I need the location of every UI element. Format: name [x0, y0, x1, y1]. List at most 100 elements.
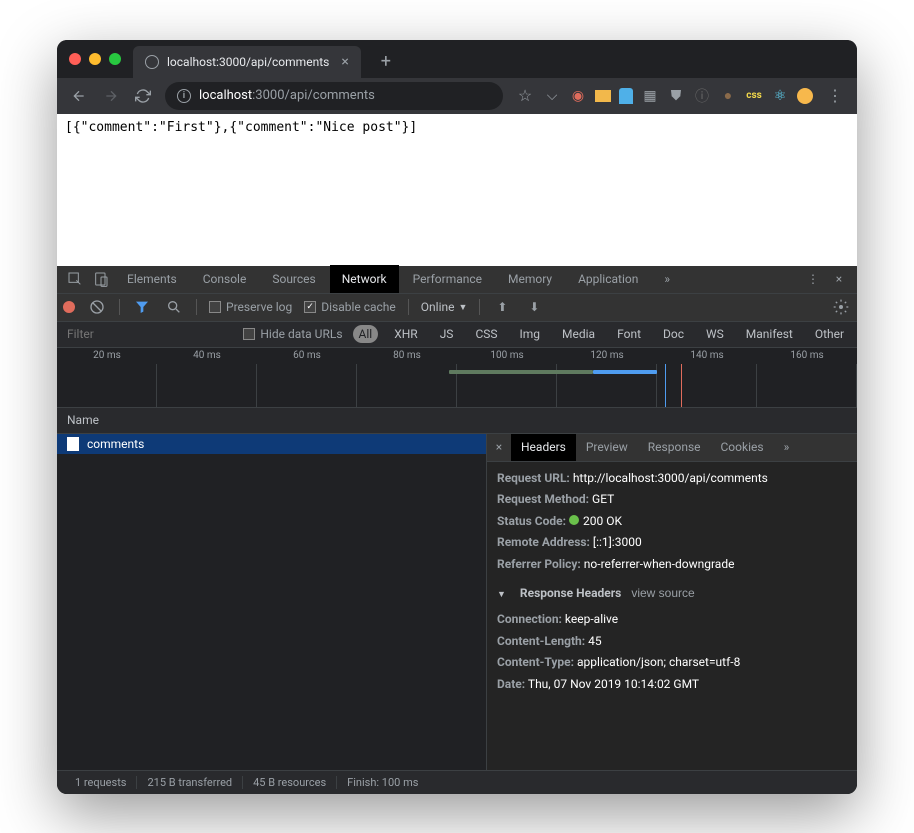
name-column-header[interactable]: Name [57, 408, 857, 434]
filter-ws[interactable]: WS [700, 325, 730, 343]
remote-address-value: [::1]:3000 [593, 535, 642, 549]
tab-elements[interactable]: Elements [115, 265, 189, 293]
filter-other[interactable]: Other [809, 325, 850, 343]
filter-media[interactable]: Media [556, 325, 601, 343]
devtools-menu-button[interactable]: ⋮ [801, 267, 825, 291]
record-button[interactable] [63, 301, 75, 313]
device-toolbar-icon[interactable] [89, 267, 113, 291]
filter-input[interactable] [63, 325, 223, 343]
browser-window: localhost:3000/api/comments × + i localh… [57, 40, 857, 794]
close-detail-button[interactable]: × [487, 440, 511, 454]
headers-body: Request URL: http://localhost:3000/api/c… [487, 462, 857, 770]
content-length-value: 45 [588, 634, 602, 648]
info-extension-icon[interactable]: ⓘ [693, 87, 711, 105]
status-resources: 45 B resources [243, 776, 337, 789]
request-row[interactable]: comments [57, 434, 486, 454]
window-controls [69, 53, 121, 65]
filter-xhr[interactable]: XHR [388, 325, 423, 343]
date-label: Date: [497, 677, 525, 691]
status-transferred: 215 B transferred [137, 776, 243, 789]
css-extension-icon[interactable]: css [745, 87, 763, 105]
tab-network[interactable]: Network [330, 265, 399, 293]
devtools-close-button[interactable]: × [827, 267, 851, 291]
connection-value: keep-alive [565, 612, 618, 626]
reload-button[interactable] [129, 82, 157, 110]
minimize-window-button[interactable] [89, 53, 101, 65]
filter-row: Hide data URLs All XHR JS CSS Img Media … [57, 322, 857, 348]
menu-button[interactable]: ⋮ [821, 82, 849, 110]
timeline-label: 160 ms [757, 350, 857, 361]
detail-tab-response[interactable]: Response [638, 434, 711, 462]
remote-address-label: Remote Address: [497, 535, 590, 549]
filter-doc[interactable]: Doc [657, 325, 690, 343]
status-finish: Finish: 100 ms [337, 776, 428, 789]
request-url-value: http://localhost:3000/api/comments [573, 471, 768, 485]
extension-icon-2[interactable] [619, 88, 633, 104]
tab-sources[interactable]: Sources [260, 265, 327, 293]
clear-button[interactable] [87, 297, 107, 317]
upload-har-icon[interactable]: ⬆ [492, 297, 512, 317]
bookmark-button[interactable]: ☆ [511, 82, 539, 110]
document-icon [67, 437, 79, 451]
more-tabs-button[interactable]: » [652, 265, 682, 293]
timeline-label: 100 ms [457, 350, 557, 361]
tab-console[interactable]: Console [191, 265, 259, 293]
url-host: localhost [199, 88, 252, 103]
settings-icon[interactable] [831, 297, 851, 317]
browser-tab[interactable]: localhost:3000/api/comments × [133, 46, 361, 78]
more-detail-tabs[interactable]: » [774, 434, 800, 462]
timeline-label: 20 ms [57, 350, 157, 361]
filter-js[interactable]: JS [434, 325, 460, 343]
request-method-value: GET [592, 492, 614, 506]
react-devtools-icon[interactable]: ⚛ [771, 87, 789, 105]
request-method-label: Request Method: [497, 492, 589, 506]
tab-application[interactable]: Application [566, 265, 650, 293]
preserve-log-checkbox[interactable]: Preserve log [209, 300, 292, 314]
throttling-select[interactable]: Online▼ [421, 300, 468, 314]
filter-all[interactable]: All [353, 325, 379, 343]
status-code-label: Status Code: [497, 514, 566, 528]
page-content[interactable]: [{"comment":"First"},{"comment":"Nice po… [57, 114, 857, 266]
ublock-icon[interactable]: ⛊ [667, 87, 685, 105]
response-headers-section[interactable]: Response Headersview source [497, 583, 847, 605]
shield-icon[interactable]: ◉ [569, 87, 587, 105]
filter-font[interactable]: Font [611, 325, 647, 343]
view-source-link[interactable]: view source [631, 583, 694, 605]
timeline-label: 120 ms [557, 350, 657, 361]
search-icon[interactable] [164, 297, 184, 317]
forward-button[interactable] [97, 82, 125, 110]
filter-img[interactable]: Img [514, 325, 547, 343]
extension-icon-1[interactable] [595, 90, 611, 102]
tab-memory[interactable]: Memory [496, 265, 564, 293]
status-requests: 1 requests [65, 776, 137, 789]
network-timeline[interactable]: 20 ms 40 ms 60 ms 80 ms 100 ms 120 ms 14… [57, 348, 857, 408]
filter-manifest[interactable]: Manifest [740, 325, 799, 343]
close-window-button[interactable] [69, 53, 81, 65]
close-tab-button[interactable]: × [341, 54, 348, 70]
filter-toggle-icon[interactable] [132, 297, 152, 317]
extension-icon-avatar[interactable] [797, 88, 813, 104]
titlebar: localhost:3000/api/comments × + [57, 40, 857, 78]
element-picker-icon[interactable] [63, 267, 87, 291]
timeline-label: 140 ms [657, 350, 757, 361]
back-button[interactable] [65, 82, 93, 110]
referrer-policy-label: Referrer Policy: [497, 557, 581, 571]
filter-css[interactable]: CSS [469, 325, 503, 343]
detail-tab-headers[interactable]: Headers [511, 434, 576, 462]
site-info-icon[interactable]: i [177, 89, 191, 103]
cookie-icon[interactable]: ● [719, 87, 737, 105]
pocket-icon[interactable]: ⌵ [543, 87, 561, 105]
disable-cache-checkbox[interactable]: Disable cache [304, 300, 396, 314]
extension-icon-3[interactable]: ▦ [641, 87, 659, 105]
new-tab-button[interactable]: + [381, 51, 391, 72]
status-code-value: 200 OK [583, 514, 622, 528]
detail-tab-cookies[interactable]: Cookies [711, 434, 774, 462]
devtools-tabs: Elements Console Sources Network Perform… [57, 266, 857, 294]
detail-tab-preview[interactable]: Preview [576, 434, 638, 462]
timeline-label: 40 ms [157, 350, 257, 361]
tab-performance[interactable]: Performance [401, 265, 494, 293]
download-har-icon[interactable]: ⬇ [524, 297, 544, 317]
address-bar[interactable]: i localhost:3000/api/comments [165, 82, 503, 110]
hide-data-urls-checkbox[interactable]: Hide data URLs [243, 327, 342, 341]
maximize-window-button[interactable] [109, 53, 121, 65]
